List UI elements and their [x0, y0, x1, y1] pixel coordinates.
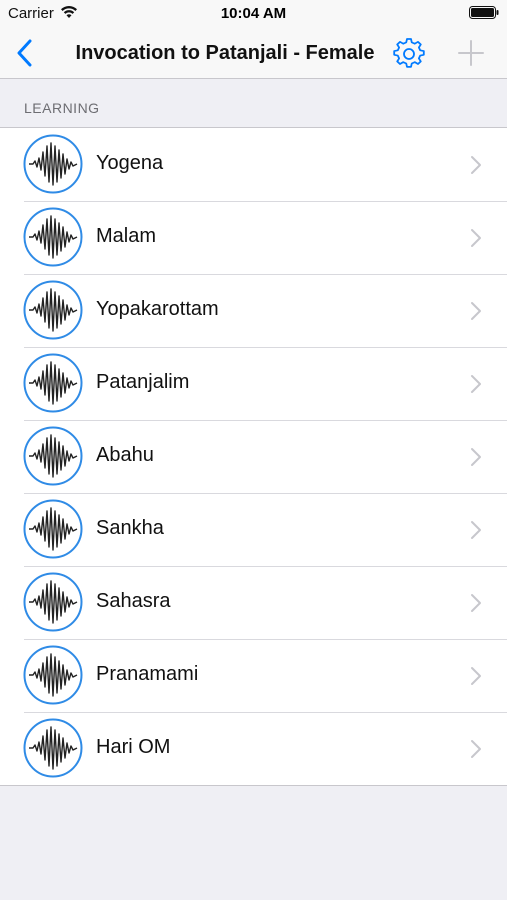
back-button[interactable]: [10, 36, 40, 70]
chevron-right-icon: [470, 374, 482, 394]
list-item-patanjalim[interactable]: Patanjalim: [0, 347, 507, 420]
chevron-right-icon: [470, 228, 482, 248]
waveform-icon: [23, 718, 83, 778]
chevron-right-icon: [470, 155, 482, 175]
waveform-icon: [23, 645, 83, 705]
clock: 10:04 AM: [220, 5, 287, 22]
list-item-label: Hari OM: [96, 736, 171, 758]
section-header: LEARNING: [24, 100, 100, 116]
list-item-label: Sahasra: [96, 590, 171, 612]
list-item-label: Abahu: [96, 444, 154, 466]
list-item-sankha[interactable]: Sankha: [0, 493, 507, 566]
list-item-yopakarottam[interactable]: Yopakarottam: [0, 274, 507, 347]
plus-icon: [458, 40, 484, 66]
chevron-right-icon: [470, 447, 482, 467]
list-item-malam[interactable]: Malam: [0, 201, 507, 274]
track-list: Yogena Malam Yopakarottam Patanjalim Aba…: [0, 127, 507, 786]
waveform-icon: [23, 572, 83, 632]
list-item-abahu[interactable]: Abahu: [0, 420, 507, 493]
waveform-icon: [23, 207, 83, 267]
list-item-label: Sankha: [96, 517, 164, 539]
list-item-label: Yopakarottam: [96, 298, 219, 320]
waveform-icon: [23, 426, 83, 486]
gear-icon: [393, 38, 425, 68]
waveform-icon: [23, 134, 83, 194]
chevron-right-icon: [470, 666, 482, 686]
chevron-right-icon: [470, 593, 482, 613]
chevron-right-icon: [470, 739, 482, 759]
list-item-label: Malam: [96, 225, 157, 247]
list-item-label: Pranamami: [96, 663, 199, 685]
list-item-label: Patanjalim: [96, 371, 190, 393]
list-item-yogena[interactable]: Yogena: [0, 128, 507, 201]
settings-button[interactable]: [393, 38, 425, 70]
chevron-right-icon: [470, 301, 482, 321]
navigation-bar: Invocation to Patanjali - Female: [0, 28, 507, 79]
chevron-left-icon: [17, 39, 32, 67]
waveform-icon: [23, 353, 83, 413]
list-item-label: Yogena: [96, 152, 164, 174]
status-bar: Carrier 10:04 AM: [0, 0, 507, 28]
list-item-sahasra[interactable]: Sahasra: [0, 566, 507, 639]
waveform-icon: [23, 499, 83, 559]
list-item-pranamami[interactable]: Pranamami: [0, 639, 507, 712]
add-button[interactable]: [456, 38, 486, 68]
battery-icon: [469, 6, 499, 19]
chevron-right-icon: [470, 520, 482, 540]
page-title: Invocation to Patanjali - Female: [75, 42, 375, 64]
waveform-icon: [23, 280, 83, 340]
list-item-hari-om[interactable]: Hari OM: [0, 712, 507, 785]
